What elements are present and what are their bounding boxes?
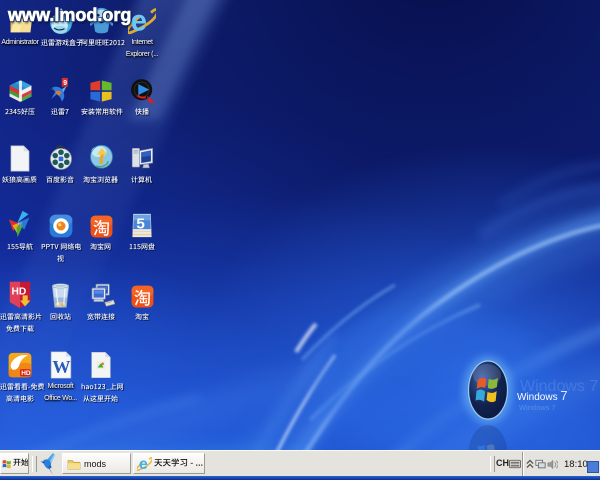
svg-text:5: 5 xyxy=(136,215,145,232)
svg-text:HD: HD xyxy=(21,370,31,377)
svg-text:Windows 7: Windows 7 xyxy=(519,403,556,412)
svg-text:9: 9 xyxy=(63,80,67,87)
svg-text:e: e xyxy=(130,5,146,35)
svg-text:W: W xyxy=(52,357,70,377)
svg-text:e: e xyxy=(139,456,148,472)
